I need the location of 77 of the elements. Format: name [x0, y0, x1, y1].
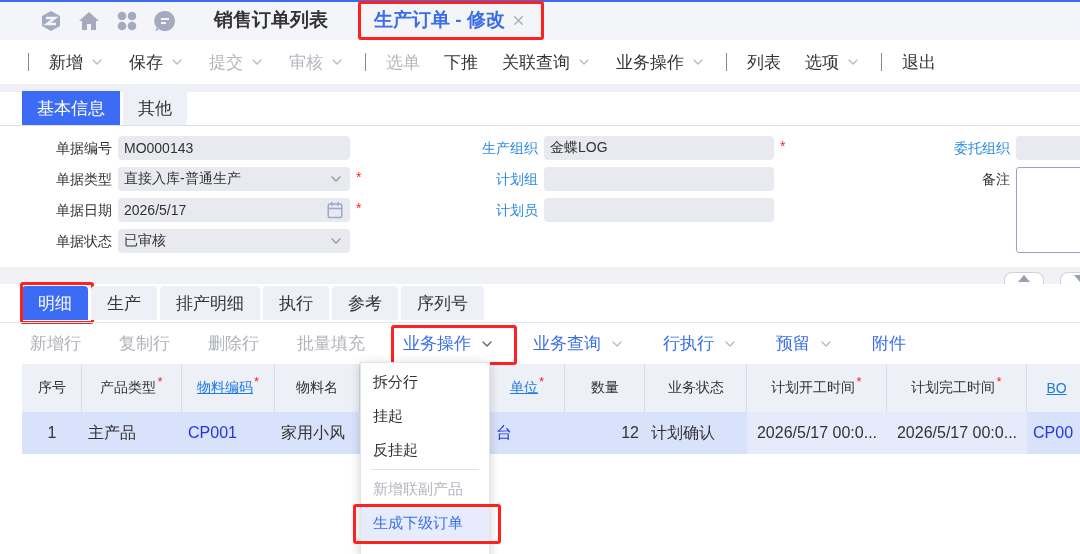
required-mark: *: [996, 374, 1002, 389]
logo-icon: [40, 10, 62, 32]
row-toolbar-button[interactable]: 行执行: [659, 332, 746, 355]
select-field[interactable]: 已审核: [118, 229, 350, 253]
field-label-link[interactable]: 生产组织: [442, 136, 538, 160]
required-mark: *: [253, 374, 260, 389]
select-field[interactable]: 直接入库-普通生产: [118, 167, 350, 191]
page-tab[interactable]: 销售订单列表: [212, 2, 330, 40]
table-cell: 家用小风: [275, 412, 360, 454]
column-header-text: 计划完工时间: [911, 379, 996, 397]
column-header-text: 计划开工时间: [771, 379, 856, 397]
table-cell-link[interactable]: CP00: [1027, 412, 1080, 454]
table-cell: 主产品: [82, 412, 182, 454]
toolbar-button[interactable]: 业务操作: [616, 50, 706, 74]
required-mark: *: [157, 374, 163, 389]
table-cell-link[interactable]: CP001: [182, 412, 275, 454]
column-header-text: 序号: [37, 379, 66, 397]
column-header-text: 产品类型: [100, 379, 157, 397]
toolbar-button[interactable]: 选项: [805, 50, 861, 74]
column-header-text: 数量: [590, 379, 619, 397]
form-tab[interactable]: 基本信息: [22, 91, 120, 125]
table-cell: 2026/5/17 00:0...: [747, 412, 887, 454]
form-tab[interactable]: 其他: [123, 91, 187, 125]
menu-item[interactable]: 反挂起: [361, 433, 489, 467]
detail-tab[interactable]: 参考: [332, 286, 398, 320]
table-cell: 12: [565, 412, 645, 454]
menu-item[interactable]: 挂起: [361, 399, 489, 433]
menu-item[interactable]: 拆分行: [361, 365, 489, 399]
table-cell: 2026/5/17 00:0...: [887, 412, 1027, 454]
remarks-field[interactable]: [1016, 167, 1080, 253]
date-field[interactable]: 2026/5/17: [118, 198, 350, 222]
toolbar-button[interactable]: 保存: [129, 50, 185, 74]
input-field[interactable]: 金蝶LOG: [544, 136, 774, 160]
toolbar-button[interactable]: 关联查询: [502, 50, 592, 74]
detail-tab[interactable]: 序列号: [401, 286, 484, 320]
detail-tab[interactable]: 执行: [263, 286, 329, 320]
triangle-up-icon: [1018, 275, 1030, 282]
table-cell: 1: [22, 412, 82, 454]
toolbar-button[interactable]: 新增: [49, 50, 105, 74]
column-header-text: 业务状态: [667, 379, 724, 397]
field-label: 单据日期: [55, 201, 112, 220]
field-label-link[interactable]: 计划组: [442, 167, 538, 191]
row-toolbar-button[interactable]: 预留: [772, 332, 842, 355]
field-label: 备注: [981, 170, 1010, 189]
required-mark: *: [856, 374, 862, 389]
table-cell: 计划确认: [645, 412, 747, 454]
field-label-link[interactable]: 委托组织: [920, 136, 1010, 160]
detail-tab[interactable]: 生产: [91, 286, 157, 320]
column-header-link[interactable]: BO: [1046, 380, 1067, 396]
page-tab[interactable]: 生产订单 - 修改: [372, 2, 528, 40]
detail-tab[interactable]: 明细: [22, 286, 88, 320]
required-mark: *: [538, 374, 545, 389]
input-field[interactable]: MO000143: [118, 136, 350, 160]
field-label: 单据类型: [55, 170, 112, 189]
toolbar-button[interactable]: 下推: [444, 50, 478, 74]
field-label: 单据状态: [55, 232, 112, 251]
required-mark: *: [356, 199, 362, 218]
column-header-link[interactable]: 物料编码: [196, 379, 253, 397]
row-toolbar-button[interactable]: 业务操作: [399, 332, 503, 355]
toolbar-button[interactable]: 退出: [902, 50, 936, 74]
toolbar-button[interactable]: 列表: [747, 50, 781, 74]
apps-icon[interactable]: [117, 11, 137, 31]
row-toolbar-button[interactable]: 附件: [868, 332, 914, 355]
column-header-link[interactable]: 单位: [509, 379, 538, 397]
field-label: 单据编号: [55, 139, 112, 158]
table-cell-link[interactable]: 台: [490, 412, 565, 454]
row-toolbar-button[interactable]: 业务查询: [529, 332, 633, 355]
field-label-link[interactable]: 计划员: [442, 198, 538, 222]
column-header-text: 物料名: [296, 379, 338, 397]
required-mark: *: [780, 137, 786, 156]
home-icon[interactable]: [78, 11, 100, 31]
chat-icon[interactable]: [154, 10, 176, 32]
calendar-icon: [326, 201, 344, 219]
menu-item[interactable]: 生成下级订单: [361, 506, 489, 540]
collapse-button[interactable]: [1004, 272, 1044, 284]
required-mark: *: [356, 168, 362, 187]
detail-tab[interactable]: 排产明细: [160, 286, 260, 320]
